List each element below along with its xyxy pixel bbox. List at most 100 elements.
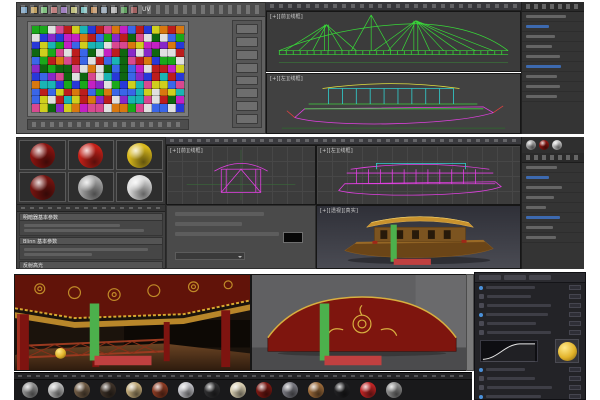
material-slot[interactable] — [116, 140, 163, 170]
panel-row[interactable] — [522, 72, 584, 82]
shelf-material[interactable] — [48, 382, 65, 400]
mini-material-sphere[interactable] — [552, 140, 562, 150]
property-value-box[interactable] — [569, 385, 581, 390]
panel-row[interactable] — [522, 32, 584, 42]
uv-tool-icon[interactable] — [30, 6, 38, 14]
material-slot[interactable] — [116, 172, 163, 202]
toggle-dot[interactable] — [479, 395, 483, 399]
property-icon[interactable] — [479, 321, 484, 326]
material-editor-toolbar[interactable] — [17, 204, 165, 212]
property-value-box[interactable] — [569, 312, 581, 317]
panel-row[interactable] — [522, 193, 584, 203]
shelf-material[interactable] — [152, 382, 169, 400]
property-icon[interactable] — [479, 294, 484, 299]
property-row[interactable] — [475, 319, 585, 328]
painter-tab[interactable] — [479, 275, 501, 280]
uv-tool-icon[interactable] — [90, 6, 98, 14]
panel-row[interactable] — [522, 233, 584, 243]
uv-tool-icon[interactable] — [130, 6, 138, 14]
property-value-box[interactable] — [569, 367, 581, 372]
panel-row[interactable] — [522, 62, 584, 72]
property-value-box[interactable] — [569, 285, 581, 290]
shelf-material[interactable] — [256, 382, 273, 400]
shelf-material[interactable] — [22, 382, 39, 400]
viewport-front-wireframe[interactable]: [+][前][线框] — [266, 11, 521, 72]
viewport-perspective-render[interactable]: [+][透视][真实] — [316, 205, 521, 269]
uv-tool-icon[interactable] — [70, 6, 78, 14]
panel-row[interactable] — [522, 82, 584, 92]
uv-tool-icon[interactable] — [60, 6, 68, 14]
uv-tool-icon[interactable] — [50, 6, 58, 14]
property-icon[interactable] — [479, 303, 484, 308]
uv-canvas[interactable] — [27, 21, 189, 117]
panel-row[interactable] — [522, 42, 584, 52]
shelf-material[interactable] — [386, 382, 403, 400]
panel-row[interactable] — [522, 173, 584, 183]
mini-material-sphere[interactable] — [539, 140, 549, 150]
main-toolbar[interactable] — [266, 2, 521, 11]
shelf-material[interactable] — [334, 382, 351, 400]
panel-row[interactable] — [522, 183, 584, 193]
uv-side-button[interactable] — [236, 37, 258, 47]
painter-tab[interactable] — [504, 275, 526, 280]
panel-row[interactable] — [522, 223, 584, 233]
uv-tool-icon[interactable] — [100, 6, 108, 14]
toggle-dot[interactable] — [479, 368, 483, 372]
viewport-label[interactable]: [+][前][线框] — [270, 13, 303, 20]
panel-row[interactable] — [522, 12, 584, 22]
panel-row[interactable] — [522, 203, 584, 213]
property-row[interactable] — [475, 365, 585, 374]
property-row[interactable] — [475, 310, 585, 319]
material-slot[interactable] — [19, 172, 66, 202]
map-dropdown[interactable] — [175, 252, 245, 260]
property-row[interactable] — [475, 292, 585, 301]
viewport-label[interactable]: [+][前][线框] — [170, 147, 203, 154]
uv-tool-icon[interactable] — [20, 6, 28, 14]
menu-bar[interactable] — [166, 137, 521, 145]
uv-side-button[interactable] — [236, 76, 258, 86]
property-row[interactable] — [475, 283, 585, 292]
shelf-material[interactable] — [178, 382, 195, 400]
panel-row[interactable] — [522, 163, 584, 173]
property-value-box[interactable] — [569, 376, 581, 381]
property-row[interactable] — [475, 374, 585, 383]
uv-tool-icon[interactable] — [120, 6, 128, 14]
shelf-material[interactable] — [100, 382, 117, 400]
property-value-box[interactable] — [569, 321, 581, 326]
viewport-boat-wireframe[interactable]: [+][左][线框] — [266, 73, 521, 134]
property-row[interactable] — [475, 383, 585, 392]
rollout-header[interactable]: 反射高光 — [19, 261, 163, 269]
shelf-material[interactable] — [204, 382, 221, 400]
property-row[interactable] — [475, 392, 585, 400]
rollout-header[interactable]: 明暗器基本参数 — [19, 213, 163, 221]
panel-row[interactable] — [522, 52, 584, 62]
property-value-box[interactable] — [569, 394, 581, 399]
property-row[interactable] — [475, 301, 585, 310]
uv-bottom-toolbar[interactable] — [27, 119, 189, 130]
shelf-material[interactable] — [230, 382, 247, 400]
panel-row[interactable] — [522, 213, 584, 223]
param-bar[interactable] — [175, 222, 242, 226]
material-slot[interactable] — [68, 140, 115, 170]
shelf-material[interactable] — [74, 382, 91, 400]
viewport-label[interactable]: [+][左][线框] — [320, 147, 353, 154]
viewport-panel-closeup[interactable] — [251, 274, 474, 371]
shelf-material[interactable] — [308, 382, 325, 400]
uv-side-button[interactable] — [236, 114, 258, 124]
viewport-front[interactable]: [+][前][线框] — [166, 145, 316, 205]
uv-tool-icon[interactable] — [110, 6, 118, 14]
toggle-dot[interactable] — [479, 313, 483, 317]
viewport-side[interactable]: [+][左][线框] — [316, 145, 521, 205]
param-bar[interactable] — [175, 232, 279, 236]
uv-tool-icon[interactable] — [80, 6, 88, 14]
viewport-pavilion-render[interactable] — [14, 274, 251, 371]
property-icon[interactable] — [479, 385, 484, 390]
shelf-material[interactable] — [282, 382, 299, 400]
panel-row[interactable] — [522, 22, 584, 32]
viewport-label[interactable]: [+][左][线框] — [270, 75, 303, 82]
mini-material-sphere[interactable] — [526, 140, 536, 150]
shelf-toolbar[interactable] — [14, 373, 472, 380]
uv-side-button[interactable] — [236, 88, 258, 98]
param-bar[interactable] — [175, 212, 264, 216]
property-value-box[interactable] — [569, 330, 581, 335]
